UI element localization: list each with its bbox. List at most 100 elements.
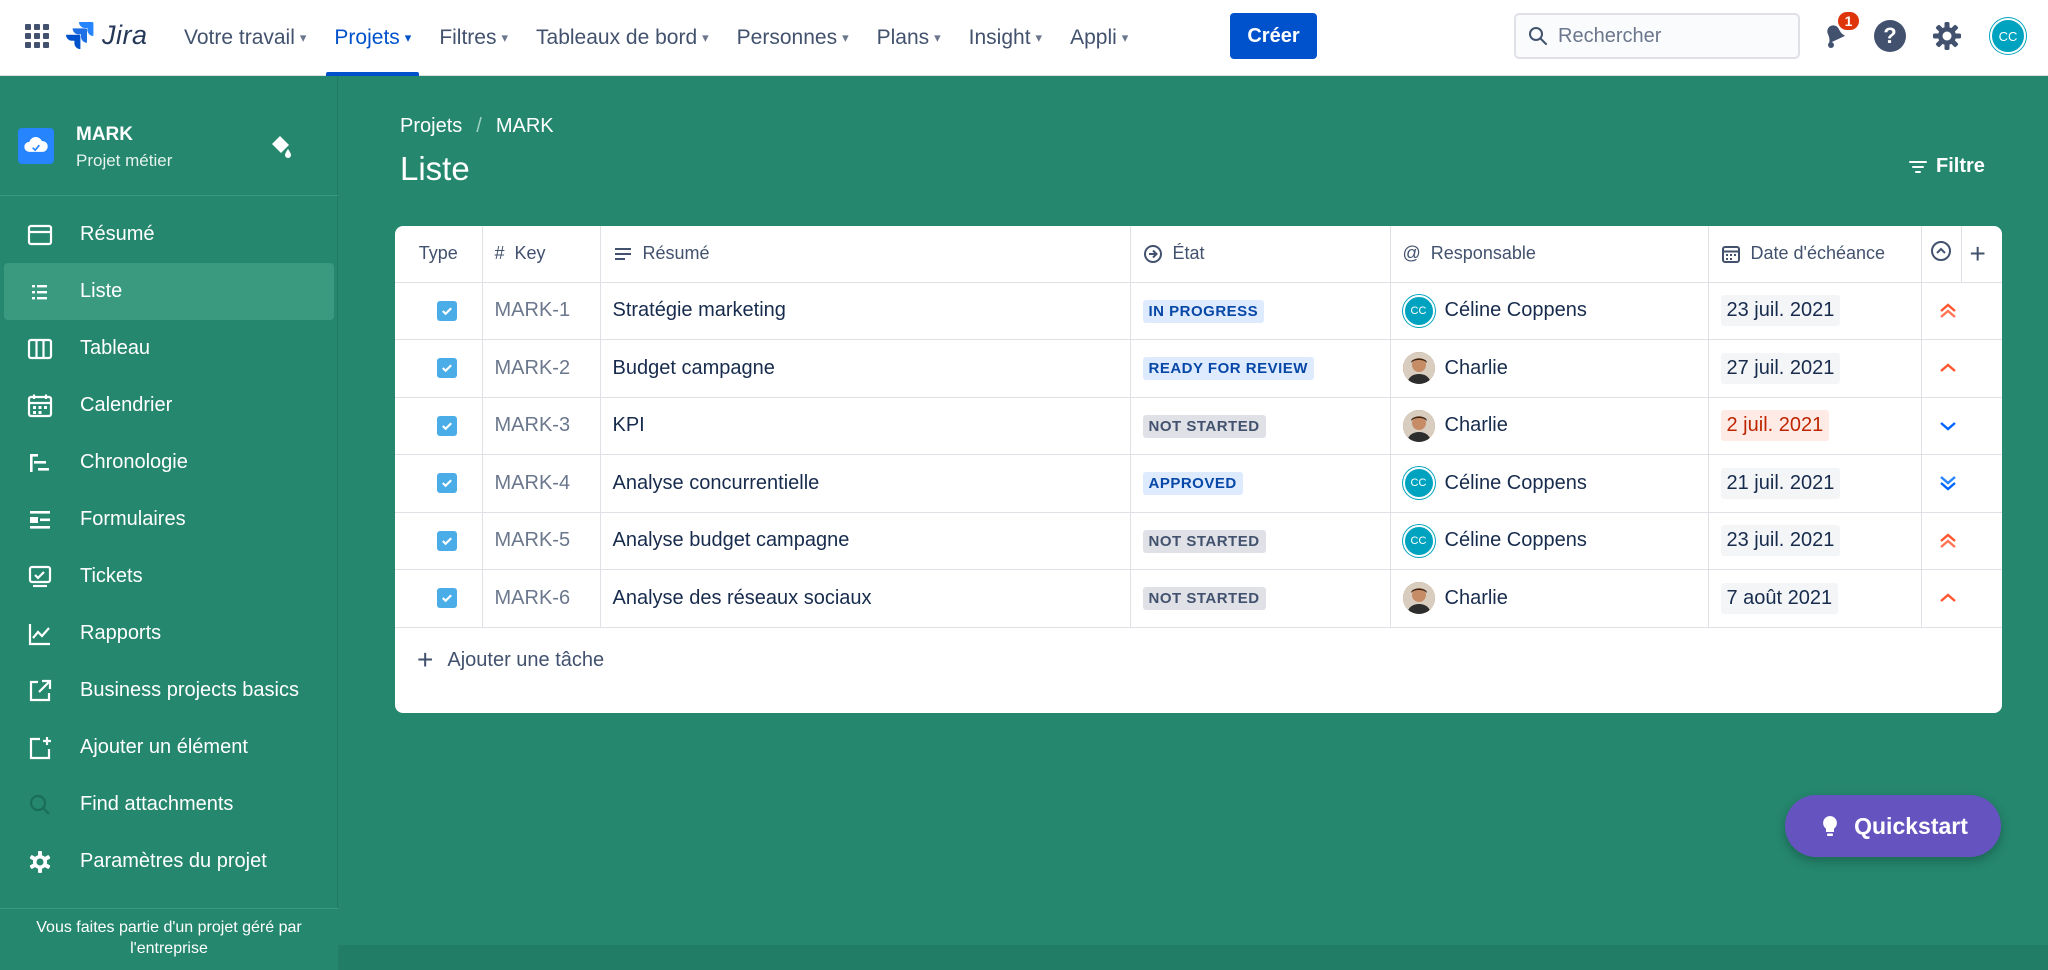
table-row[interactable]: MARK-6 Analyse des réseaux sociaux NOT S… xyxy=(395,569,2002,628)
nav-item-label: Votre travail xyxy=(184,26,295,49)
due-date: 27 juil. 2021 xyxy=(1720,352,1841,384)
issue-key[interactable]: MARK-5 xyxy=(482,512,601,570)
sidebar-item-liste[interactable]: Liste xyxy=(4,263,334,320)
priority-cell[interactable] xyxy=(1921,282,2002,340)
help-icon[interactable]: ? xyxy=(1874,20,1906,52)
issue-summary[interactable]: Analyse budget campagne xyxy=(600,512,1131,570)
nav-item-plans[interactable]: Plans ▾ xyxy=(863,0,955,76)
priority-cell[interactable] xyxy=(1921,397,2002,455)
sidebar-item-tickets[interactable]: Tickets xyxy=(4,548,334,605)
breadcrumb-mark[interactable]: MARK xyxy=(496,115,554,138)
status-badge[interactable]: APPROVED xyxy=(1142,472,1243,496)
app-switcher-icon[interactable] xyxy=(25,24,49,48)
status-cell[interactable]: NOT STARTED xyxy=(1130,397,1391,455)
nav-item-tableaux-de-bord[interactable]: Tableaux de bord ▾ xyxy=(522,0,723,76)
issue-key[interactable]: MARK-6 xyxy=(482,569,601,628)
issue-summary[interactable]: Stratégie marketing xyxy=(600,282,1131,340)
sidebar-item-business-projects-basics[interactable]: Business projects basics xyxy=(4,662,334,719)
priority-cell[interactable] xyxy=(1921,512,2002,570)
priority-cell[interactable] xyxy=(1921,454,2002,513)
nav-item-appli[interactable]: Appli ▾ xyxy=(1056,0,1142,76)
due-date-cell[interactable]: 2 juil. 2021 xyxy=(1708,397,1922,455)
due-date-cell[interactable]: 7 août 2021 xyxy=(1708,569,1922,628)
issue-key[interactable]: MARK-1 xyxy=(482,282,601,340)
issue-summary[interactable]: KPI xyxy=(600,397,1131,455)
calendar-icon xyxy=(26,392,54,420)
column-header-due-date[interactable]: Date d'échéance xyxy=(1708,226,1922,283)
status-cell[interactable]: NOT STARTED xyxy=(1130,512,1391,570)
add-task-button[interactable]: + Ajouter une tâche xyxy=(417,646,604,674)
column-header-status[interactable]: État xyxy=(1130,226,1391,283)
sidebar-item-parametres-du-projet[interactable]: Paramètres du projet xyxy=(4,833,334,890)
priority-cell[interactable] xyxy=(1921,569,2002,628)
nav-item-projets[interactable]: Projets ▾ xyxy=(320,0,425,76)
priority-cell[interactable] xyxy=(1921,339,2002,398)
status-badge[interactable]: IN PROGRESS xyxy=(1142,299,1265,323)
paint-bucket-icon[interactable] xyxy=(266,132,294,160)
column-header-key[interactable]: # Key xyxy=(482,226,601,283)
table-row[interactable]: MARK-3 KPI NOT STARTED Charlie 2 juil. 2… xyxy=(395,397,2002,455)
breadcrumb-projets[interactable]: Projets xyxy=(400,115,462,138)
column-header-assignee[interactable]: @ Responsable xyxy=(1390,226,1709,283)
status-badge[interactable]: NOT STARTED xyxy=(1142,414,1266,438)
timeline-icon xyxy=(26,449,54,477)
quickstart-button[interactable]: Quickstart xyxy=(1785,795,2001,857)
avatar: CC xyxy=(1402,294,1435,327)
filter-label: Filtre xyxy=(1936,155,1985,177)
column-header-type[interactable]: Type xyxy=(395,226,483,283)
sidebar-item-calendrier[interactable]: Calendrier xyxy=(4,377,334,434)
sidebar-item-rapports[interactable]: Rapports xyxy=(4,605,334,662)
assignee-name: Céline Coppens xyxy=(1444,299,1587,322)
search-input[interactable] xyxy=(1558,24,1788,48)
search-box[interactable] xyxy=(1514,13,1800,59)
issue-summary[interactable]: Analyse concurrentielle xyxy=(600,454,1131,513)
status-badge[interactable]: NOT STARTED xyxy=(1142,587,1266,611)
status-badge[interactable]: READY FOR REVIEW xyxy=(1142,357,1314,381)
create-button[interactable]: Créer xyxy=(1230,13,1317,59)
issue-key[interactable]: MARK-4 xyxy=(482,454,601,513)
sidebar-item-formulaires[interactable]: Formulaires xyxy=(4,491,334,548)
column-header-summary[interactable]: Résumé xyxy=(600,226,1131,283)
jira-logo[interactable]: Jira xyxy=(66,20,148,51)
table-row[interactable]: MARK-4 Analyse concurrentielle APPROVED … xyxy=(395,454,2002,513)
nav-item-votre-travail[interactable]: Votre travail ▾ xyxy=(170,0,320,76)
status-cell[interactable]: NOT STARTED xyxy=(1130,569,1391,628)
nav-item-insight[interactable]: Insight ▾ xyxy=(955,0,1056,76)
chevron-down-icon: ▾ xyxy=(1035,30,1043,45)
issue-key[interactable]: MARK-2 xyxy=(482,339,601,398)
filter-button[interactable]: Filtre xyxy=(1908,155,1985,178)
column-header-priority[interactable] xyxy=(1921,226,1962,283)
assignee-cell[interactable]: Charlie xyxy=(1390,397,1709,455)
assignee-cell[interactable]: Charlie xyxy=(1390,569,1709,628)
sidebar-item-ajouter-un-element[interactable]: Ajouter un élément xyxy=(4,719,334,776)
add-column-button[interactable]: + xyxy=(1961,226,2002,283)
assignee-cell[interactable]: CC Céline Coppens xyxy=(1390,282,1709,340)
sidebar-item-chronologie[interactable]: Chronologie xyxy=(4,434,334,491)
assignee-cell[interactable]: Charlie xyxy=(1390,339,1709,398)
nav-item-personnes[interactable]: Personnes ▾ xyxy=(723,0,863,76)
due-date-cell[interactable]: 21 juil. 2021 xyxy=(1708,454,1922,513)
issue-summary[interactable]: Budget campagne xyxy=(600,339,1131,398)
status-cell[interactable]: READY FOR REVIEW xyxy=(1130,339,1391,398)
due-date-cell[interactable]: 23 juil. 2021 xyxy=(1708,512,1922,570)
assignee-cell[interactable]: CC Céline Coppens xyxy=(1390,454,1709,513)
project-sidebar: MARK Projet métier Résumé Liste Tableau … xyxy=(0,76,338,970)
sidebar-item-resume[interactable]: Résumé xyxy=(4,206,334,263)
due-date-cell[interactable]: 27 juil. 2021 xyxy=(1708,339,1922,398)
sidebar-item-tableau[interactable]: Tableau xyxy=(4,320,334,377)
nav-item-filtres[interactable]: Filtres ▾ xyxy=(425,0,522,76)
table-row[interactable]: MARK-5 Analyse budget campagne NOT START… xyxy=(395,512,2002,570)
status-badge[interactable]: NOT STARTED xyxy=(1142,529,1266,553)
due-date-cell[interactable]: 23 juil. 2021 xyxy=(1708,282,1922,340)
gear-icon[interactable] xyxy=(1930,19,1964,53)
due-date: 23 juil. 2021 xyxy=(1720,295,1841,327)
sidebar-item-find-attachments[interactable]: Find attachments xyxy=(4,776,334,833)
status-cell[interactable]: APPROVED xyxy=(1130,454,1391,513)
assignee-cell[interactable]: CC Céline Coppens xyxy=(1390,512,1709,570)
table-row[interactable]: MARK-2 Budget campagne READY FOR REVIEW … xyxy=(395,339,2002,398)
status-cell[interactable]: IN PROGRESS xyxy=(1130,282,1391,340)
issue-key[interactable]: MARK-3 xyxy=(482,397,601,455)
issue-summary[interactable]: Analyse des réseaux sociaux xyxy=(600,569,1131,628)
table-row[interactable]: MARK-1 Stratégie marketing IN PROGRESS C… xyxy=(395,282,2002,340)
user-avatar[interactable]: CC xyxy=(1990,18,2026,54)
